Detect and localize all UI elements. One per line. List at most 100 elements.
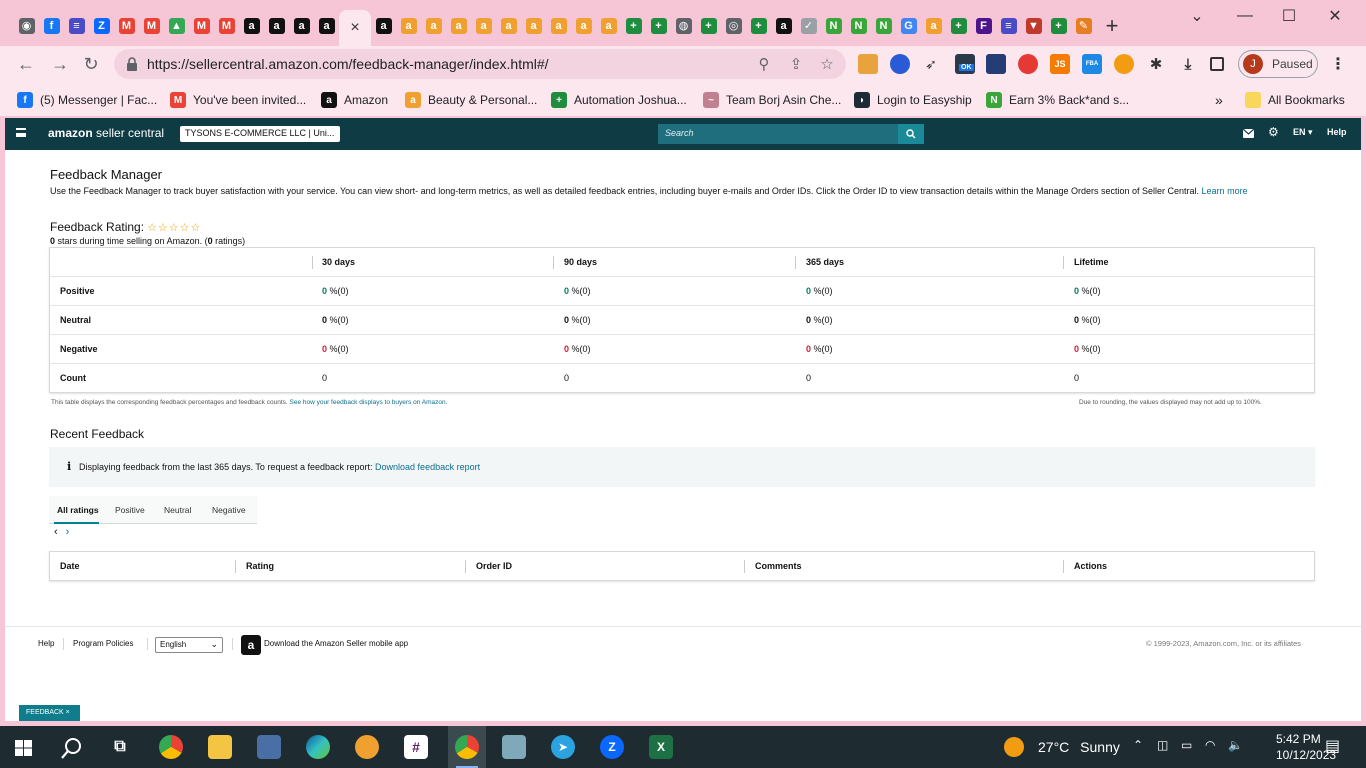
browser-tab[interactable]: a: [289, 14, 314, 38]
extension-icon[interactable]: [890, 54, 910, 74]
browser-tab[interactable]: N: [821, 14, 846, 38]
language-selector[interactable]: EN ▾: [1293, 127, 1313, 138]
browser-tab[interactable]: a: [264, 14, 289, 38]
browser-tab[interactable]: +: [621, 14, 646, 38]
puzzle-extensions-icon[interactable]: ✱: [1146, 54, 1166, 74]
bookmark-item[interactable]: ~ Team Borj Asin Che...: [703, 91, 841, 109]
browser-tab[interactable]: +: [696, 14, 721, 38]
profile-button[interactable]: J Paused: [1238, 50, 1318, 78]
learn-more-link[interactable]: Learn more: [1202, 186, 1248, 196]
browser-tab[interactable]: ◍: [671, 14, 696, 38]
browser-tab[interactable]: ≡: [996, 14, 1021, 38]
buyer-display-link[interactable]: See how your feedback displays to buyers…: [290, 399, 448, 406]
file-explorer-icon[interactable]: [208, 735, 232, 759]
back-arrow-icon[interactable]: ←: [14, 52, 38, 76]
browser-tab[interactable]: +: [746, 14, 771, 38]
excel-icon[interactable]: X: [649, 735, 673, 759]
zalo-icon[interactable]: Z: [600, 735, 624, 759]
tab-search-chevron-icon[interactable]: ⌄: [1174, 4, 1220, 28]
download-icon[interactable]: ⤓: [1178, 54, 1198, 74]
tab-all-ratings[interactable]: All ratings: [57, 505, 99, 515]
browser-tab[interactable]: Z: [89, 14, 114, 38]
wifi-icon[interactable]: ◠: [1205, 738, 1215, 752]
browser-tab[interactable]: f: [39, 14, 64, 38]
bookmarks-overflow-icon[interactable]: »: [1215, 91, 1223, 109]
share-icon[interactable]: ⇪: [786, 54, 806, 74]
column-header-date[interactable]: Date: [60, 561, 80, 571]
browser-tab[interactable]: N: [846, 14, 871, 38]
reload-icon[interactable]: ↻: [79, 52, 103, 76]
browser-tab[interactable]: a: [314, 14, 339, 38]
browser-tab[interactable]: M: [189, 14, 214, 38]
browser-tab[interactable]: a: [521, 14, 546, 38]
bookmark-item[interactable]: f (5) Messenger | Fac...: [17, 91, 157, 109]
seller-central-logo[interactable]: amazon seller central: [48, 126, 164, 140]
download-report-link[interactable]: Download feedback report: [375, 462, 480, 472]
language-dropdown[interactable]: English ⌄: [155, 637, 223, 653]
search-icon[interactable]: [61, 737, 83, 759]
hamburger-menu-icon[interactable]: [16, 128, 26, 137]
notes-app-icon[interactable]: [502, 735, 526, 759]
all-bookmarks[interactable]: All Bookmarks: [1245, 91, 1345, 109]
browser-tab[interactable]: a: [239, 14, 264, 38]
browser-tab[interactable]: ✓: [796, 14, 821, 38]
url-text[interactable]: https://sellercentral.amazon.com/feedbac…: [147, 56, 549, 72]
zoom-icon[interactable]: ⚲: [754, 54, 774, 74]
edge-icon[interactable]: [306, 735, 330, 759]
tab-negative[interactable]: Negative: [212, 505, 246, 515]
tab-neutral[interactable]: Neutral: [164, 505, 191, 515]
browser-tab[interactable]: +: [1046, 14, 1071, 38]
windows-start-icon[interactable]: [15, 740, 32, 756]
fba-extension-icon[interactable]: FBA: [1082, 54, 1102, 74]
clock[interactable]: 5:42 PM 10/12/2023: [1276, 731, 1336, 763]
next-page-icon[interactable]: ›: [66, 526, 70, 538]
browser-tab[interactable]: a: [396, 14, 421, 38]
honey-extension-icon[interactable]: [858, 54, 878, 74]
active-tab-close-icon[interactable]: ×: [339, 10, 371, 46]
weather-widget[interactable]: 27°C Sunny: [1004, 737, 1120, 757]
battery-icon[interactable]: ▭: [1181, 738, 1192, 752]
menu-kebab-icon[interactable]: ⋮: [1328, 54, 1348, 74]
browser-tab[interactable]: a: [921, 14, 946, 38]
settings-gear-icon[interactable]: ⚙: [1268, 125, 1279, 139]
meet-icon[interactable]: ◫: [1157, 738, 1168, 752]
browser-tab[interactable]: +: [946, 14, 971, 38]
browser-tab[interactable]: ◉: [14, 14, 39, 38]
bookmark-item[interactable]: a Beauty & Personal...: [405, 91, 537, 109]
column-header-rating[interactable]: Rating: [246, 561, 274, 571]
browser-tab[interactable]: F: [971, 14, 996, 38]
browser-tab[interactable]: ▼: [1021, 14, 1046, 38]
search-input[interactable]: Search: [658, 124, 899, 144]
telegram-icon[interactable]: ➤: [551, 735, 575, 759]
browser-tab[interactable]: a: [571, 14, 596, 38]
browser-tab[interactable]: a: [421, 14, 446, 38]
slack-icon[interactable]: #: [404, 735, 428, 759]
bookmark-star-icon[interactable]: ☆: [817, 54, 837, 74]
address-bar[interactable]: https://sellercentral.amazon.com/feedbac…: [114, 49, 846, 79]
browser-tab[interactable]: a: [371, 14, 396, 38]
browser-tab[interactable]: M: [114, 14, 139, 38]
footer-help-link[interactable]: Help: [38, 639, 54, 648]
bookmark-item[interactable]: M You've been invited...: [170, 91, 306, 109]
help-link[interactable]: Help: [1327, 127, 1347, 137]
minimize-button[interactable]: —: [1222, 4, 1268, 28]
browser-tab[interactable]: a: [546, 14, 571, 38]
browser-tab[interactable]: ◎: [721, 14, 746, 38]
task-view-icon[interactable]: ⧉: [108, 735, 132, 759]
network-app-icon[interactable]: [257, 735, 281, 759]
mail-icon[interactable]: [1243, 129, 1254, 138]
prev-page-icon[interactable]: ‹: [54, 526, 58, 538]
notifications-icon[interactable]: ▤: [1325, 736, 1340, 756]
bookmark-item[interactable]: ◗ Login to Easyship: [854, 91, 972, 109]
maximize-button[interactable]: ☐: [1266, 4, 1312, 28]
column-header-order-id[interactable]: Order ID: [476, 561, 512, 571]
browser-tab[interactable]: a: [471, 14, 496, 38]
feedback-button[interactable]: FEEDBACK ×: [19, 705, 80, 721]
side-panel-icon[interactable]: [1210, 57, 1224, 71]
circle-extension-icon[interactable]: [1114, 54, 1134, 74]
tray-chevron-icon[interactable]: ⌃: [1133, 738, 1143, 752]
account-switcher[interactable]: TYSONS E-COMMERCE LLC | Uni...: [180, 126, 340, 142]
cursor-extension-icon[interactable]: ➶: [921, 54, 941, 74]
search-button[interactable]: [898, 124, 924, 144]
forward-arrow-icon[interactable]: →: [48, 52, 72, 76]
